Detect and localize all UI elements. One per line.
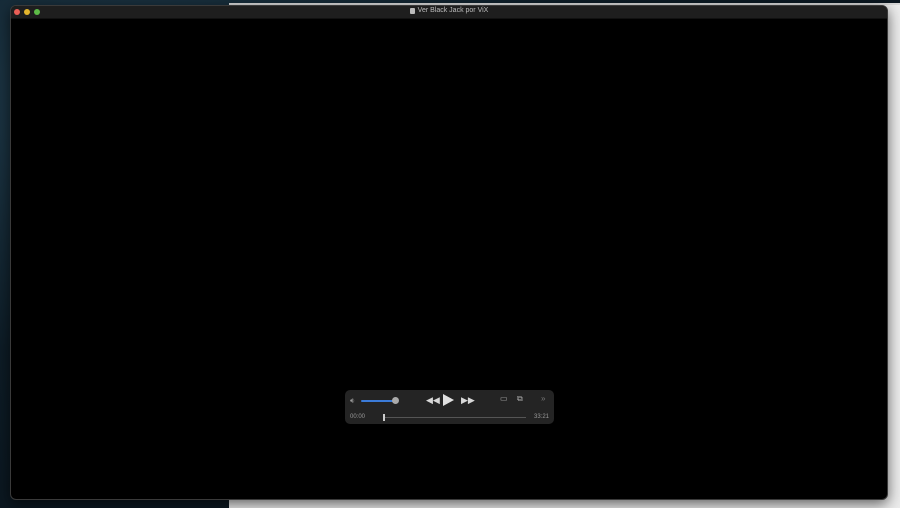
title-bar[interactable]: Ver Black Jack por ViX [11, 6, 887, 19]
play-icon[interactable] [443, 394, 454, 406]
document-icon [409, 7, 415, 14]
speaker-icon[interactable]: 🔉︎ [350, 396, 355, 406]
rewind-icon[interactable]: ◀◀ [426, 396, 440, 405]
picture-in-picture-icon[interactable]: ⧉ [517, 395, 523, 403]
volume-knob[interactable] [392, 397, 399, 404]
video-area[interactable] [11, 19, 887, 499]
progress-bar[interactable] [383, 417, 526, 418]
duration: 33:21 [533, 414, 549, 420]
playback-controls: 🔉︎ ◀◀ ▶▶ ▭ ⧉ » 00:00 33:21 [345, 390, 554, 424]
more-chevron-icon[interactable]: » [541, 395, 545, 403]
player-window: Ver Black Jack por ViX 🔉︎ ◀◀ ▶▶ ▭ ⧉ » 00… [10, 5, 888, 500]
current-time: 00:00 [350, 414, 366, 420]
playhead[interactable] [383, 414, 385, 421]
airplay-icon[interactable]: ▭ [500, 395, 508, 403]
fast-forward-icon[interactable]: ▶▶ [461, 396, 475, 405]
window-title: Ver Black Jack por ViX [417, 7, 489, 14]
